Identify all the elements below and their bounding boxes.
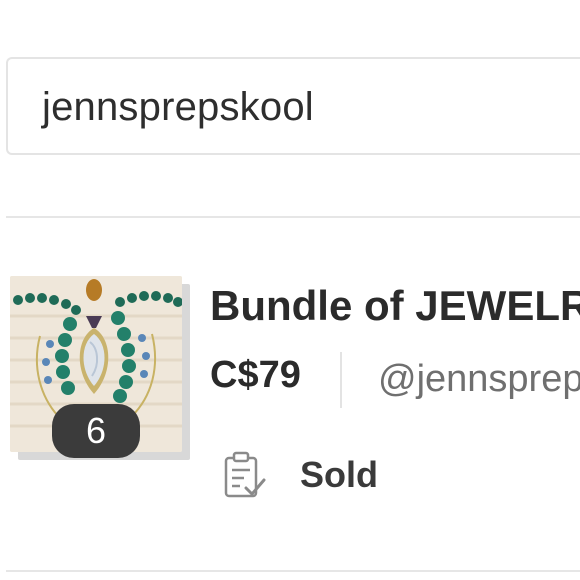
seller-username[interactable]: @jennsprepskool	[378, 358, 580, 401]
listing-thumbnail[interactable]: 6	[10, 276, 190, 460]
search-input[interactable]: jennsprepskool	[6, 57, 580, 155]
meta-divider	[340, 352, 342, 408]
listing-status: Sold	[300, 454, 378, 495]
search-results-page: jennsprepskool 6 Bundle of JEWELRY C$79 …	[0, 0, 580, 580]
photo-count-badge: 6	[52, 404, 140, 458]
search-input-value: jennsprepskool	[42, 85, 314, 129]
listing-title[interactable]: Bundle of JEWELRY	[210, 282, 580, 330]
listing-price: C$79	[210, 354, 301, 396]
clipboard-check-icon	[222, 450, 268, 500]
divider	[6, 216, 580, 218]
divider	[6, 570, 580, 572]
